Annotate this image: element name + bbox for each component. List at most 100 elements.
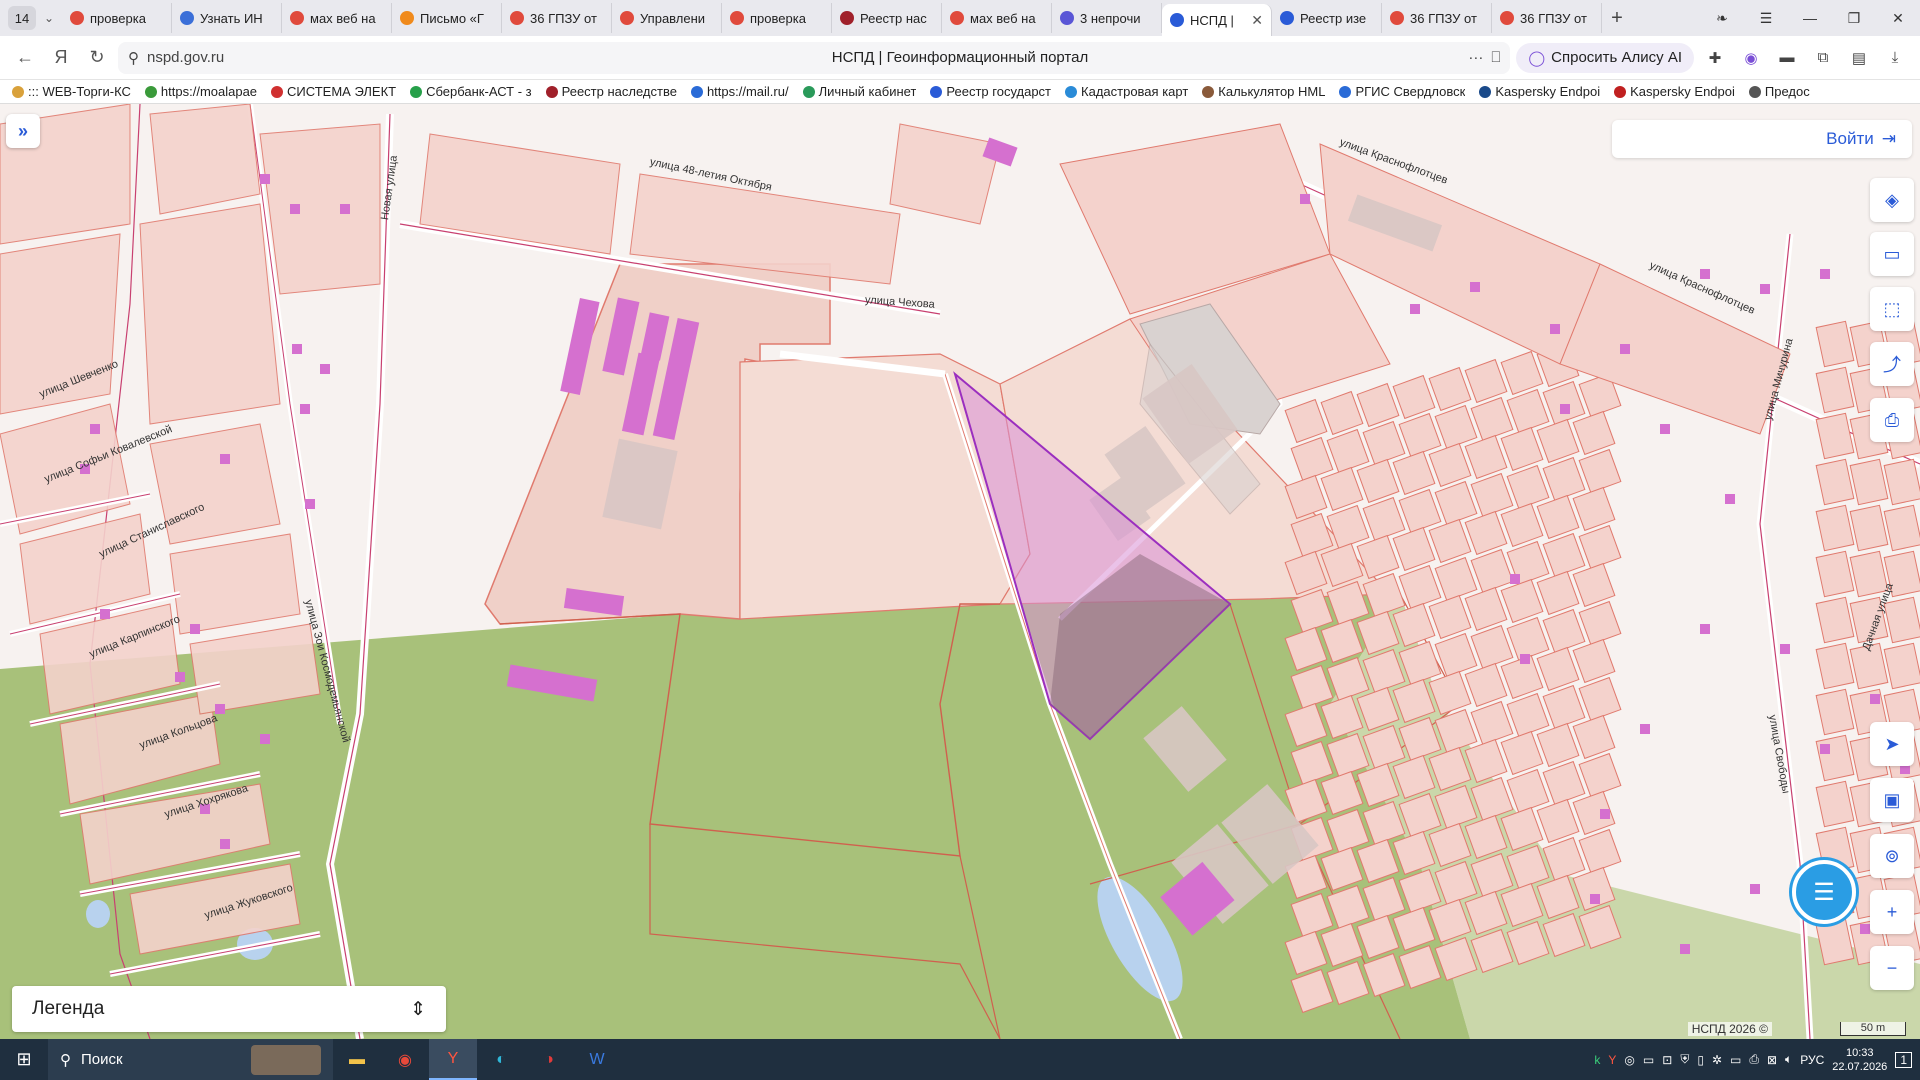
bookmark-icon[interactable]: ⎕ (1491, 49, 1500, 66)
url-field[interactable]: ⚲ nspd.gov.ru НСПД | Геоинформационный п… (118, 41, 1511, 74)
login-button[interactable]: Войти ⇥ (1612, 120, 1912, 158)
map-canvas[interactable]: улица 48-летия Октября улица Чехова улица … (0, 104, 1920, 1039)
browser-tab[interactable]: 36 ГПЗУ от (1382, 3, 1492, 33)
bookmark-item[interactable]: Реестр государст (930, 84, 1051, 99)
ask-alice-button[interactable]: ◯ Спросить Алису AI (1516, 42, 1694, 73)
collections-icon[interactable]: ▤ (1844, 43, 1874, 73)
bookmark-favicon-icon (144, 85, 157, 98)
bookmark-item[interactable]: СИСТЕМА ЭЛЕКТ (271, 84, 396, 99)
minimize-button[interactable]: — (1788, 0, 1832, 36)
locate-button[interactable]: ➤ (1870, 722, 1914, 766)
browser-tab[interactable]: мах веб на (282, 3, 392, 33)
zoom-in-button[interactable]: + (1870, 890, 1914, 934)
bookmark-item[interactable]: Кадастровая карт (1065, 84, 1188, 99)
legend-panel[interactable]: Легенда ⇕ (12, 986, 446, 1032)
edge-icon[interactable]: ◐ (477, 1039, 525, 1080)
back-button[interactable]: ← (10, 43, 40, 73)
tray-settings-icon[interactable]: ✲ (1712, 1053, 1722, 1067)
restore-button[interactable]: ❐ (1832, 0, 1876, 36)
browser-tab[interactable]: Реестр нас (832, 3, 942, 33)
browser-tab[interactable]: 3 непрочи (1052, 3, 1162, 33)
reload-button[interactable]: ↻ (82, 43, 112, 73)
expand-sidebar-button[interactable]: » (6, 114, 40, 148)
browser-tab[interactable]: проверка (722, 3, 832, 33)
bookmark-item[interactable]: Предос (1748, 84, 1810, 99)
windows-taskbar: ⊞ ⚲ Поиск ▬ ◉ Y ◐ ◑ W k Y ◎ ▭ ⊡ ⛨ ▯ ✲ ▭ … (0, 1039, 1920, 1080)
browser-tab[interactable]: Письмо «Г (392, 3, 502, 33)
shield-icon (180, 11, 194, 25)
tray-usb-icon[interactable]: ▯ (1697, 1053, 1704, 1067)
tray-monitor-icon[interactable]: ▭ (1730, 1053, 1741, 1067)
site-info-icon[interactable]: ⚲ (128, 49, 139, 67)
extension-puzzle-icon[interactable]: ✚ (1700, 43, 1730, 73)
extension-circle-icon[interactable]: ◉ (1736, 43, 1766, 73)
pdf-icon (1390, 11, 1404, 25)
bookmark-item[interactable]: Реестр наследстве (545, 84, 677, 99)
close-tab-icon[interactable]: ✕ (1251, 12, 1263, 29)
tab-count-badge[interactable]: 14 (8, 6, 36, 30)
area-select-button[interactable]: ⬚ (1870, 287, 1914, 331)
bookmark-item[interactable]: Kaspersky Endpoi (1479, 84, 1600, 99)
layers-button[interactable]: ◈ (1870, 178, 1914, 222)
browser-tab[interactable]: 36 ГПЗУ от (502, 3, 612, 33)
notifications-button[interactable]: 1 (1895, 1051, 1912, 1068)
chevron-down-icon[interactable]: ⌄ (36, 11, 62, 25)
bookmark-item[interactable]: Личный кабинет (802, 84, 916, 99)
downloads-icon[interactable]: ⤓ (1880, 43, 1910, 73)
browser-tab[interactable]: НСПД | ✕ (1162, 4, 1272, 36)
zoom-out-button[interactable]: − (1870, 946, 1914, 990)
small-building (1870, 694, 1880, 704)
print-button[interactable]: ⎙ (1870, 398, 1914, 442)
bookmark-item[interactable]: Сбербанк-АСТ - з (410, 84, 532, 99)
tab-label: Реестр нас (860, 10, 927, 26)
browser-tab[interactable]: мах веб на (942, 3, 1052, 33)
menu-icon[interactable]: ☰ (1744, 0, 1788, 36)
browser-tab[interactable]: Узнать ИН (172, 3, 282, 33)
tray-clipboard-icon[interactable]: ▭ (1643, 1053, 1654, 1067)
extension-icon[interactable]: ❧ (1700, 0, 1744, 36)
legend-label: Легенда (32, 998, 105, 1019)
bookmark-item[interactable]: https://moalapae (144, 84, 257, 99)
yandex-tray-icon[interactable]: Y (1608, 1053, 1616, 1067)
ruler-button[interactable]: ▭ (1870, 232, 1914, 276)
browser-tab[interactable]: 36 ГПЗУ от (1492, 3, 1602, 33)
extensions-icon[interactable]: ⧉ (1808, 43, 1838, 73)
more-icon[interactable]: ··· (1468, 49, 1483, 66)
browser-tab[interactable]: Реестр изе (1272, 3, 1382, 33)
new-tab-button[interactable]: + (1602, 7, 1632, 30)
language-indicator[interactable]: РУС (1800, 1053, 1824, 1067)
tray-network-icon[interactable]: ⊡ (1662, 1053, 1672, 1067)
tray-shield-icon[interactable]: ⛨ (1680, 1052, 1689, 1067)
bookmark-item[interactable]: https://mail.ru/ (690, 84, 789, 99)
browser-tab[interactable]: Управлени (612, 3, 722, 33)
extension-hat-icon[interactable]: ▬ (1772, 43, 1802, 73)
kaspersky-icon[interactable]: k (1594, 1053, 1600, 1067)
tab-label: 3 непрочи (1080, 10, 1141, 26)
yandex-logo-icon[interactable]: Я (46, 43, 76, 73)
browser-tab[interactable]: проверка (62, 3, 172, 33)
word-icon[interactable]: W (573, 1039, 621, 1080)
volume-icon[interactable]: 🔈︎ (1785, 1052, 1792, 1067)
file-explorer-icon[interactable]: ▬ (333, 1039, 381, 1080)
yandex-browser-icon[interactable]: Y (429, 1039, 477, 1080)
red-app-icon[interactable]: ◑ (525, 1039, 573, 1080)
share-button[interactable]: ⤴ (1870, 342, 1914, 386)
bookmark-item[interactable]: Калькулятор НМL (1202, 84, 1325, 99)
browser-tab-bar: 14 ⌄ проверка Узнать ИН мах веб на Письмо «… (0, 0, 1920, 36)
chrome-icon[interactable]: ◉ (381, 1039, 429, 1080)
search-location-button[interactable]: ⊚ (1870, 834, 1914, 878)
windows-start-button[interactable]: ⊞ (0, 1039, 48, 1080)
tray-usb2-icon[interactable]: ⊠ (1767, 1053, 1777, 1067)
taskbar-search[interactable]: ⚲ Поиск (48, 1039, 333, 1080)
messenger-icon (1060, 11, 1074, 25)
basemap-button[interactable]: ▣ (1870, 778, 1914, 822)
bookmark-item[interactable]: ::: WEB-Торги-КС (12, 84, 131, 99)
close-window-button[interactable]: ✕ (1876, 0, 1920, 36)
tray-print-icon[interactable]: ⎙ (1749, 1052, 1759, 1067)
bookmark-item[interactable]: Kaspersky Endpoi (1614, 84, 1735, 99)
bookmark-item[interactable]: РГИС Свердловск (1339, 84, 1465, 99)
chat-button[interactable]: ☰ (1792, 860, 1856, 924)
tray-app-icon[interactable]: ◎ (1624, 1053, 1634, 1067)
clock[interactable]: 10:33 22.07.2026 (1832, 1046, 1887, 1074)
plus-icon: + (1886, 901, 1898, 922)
